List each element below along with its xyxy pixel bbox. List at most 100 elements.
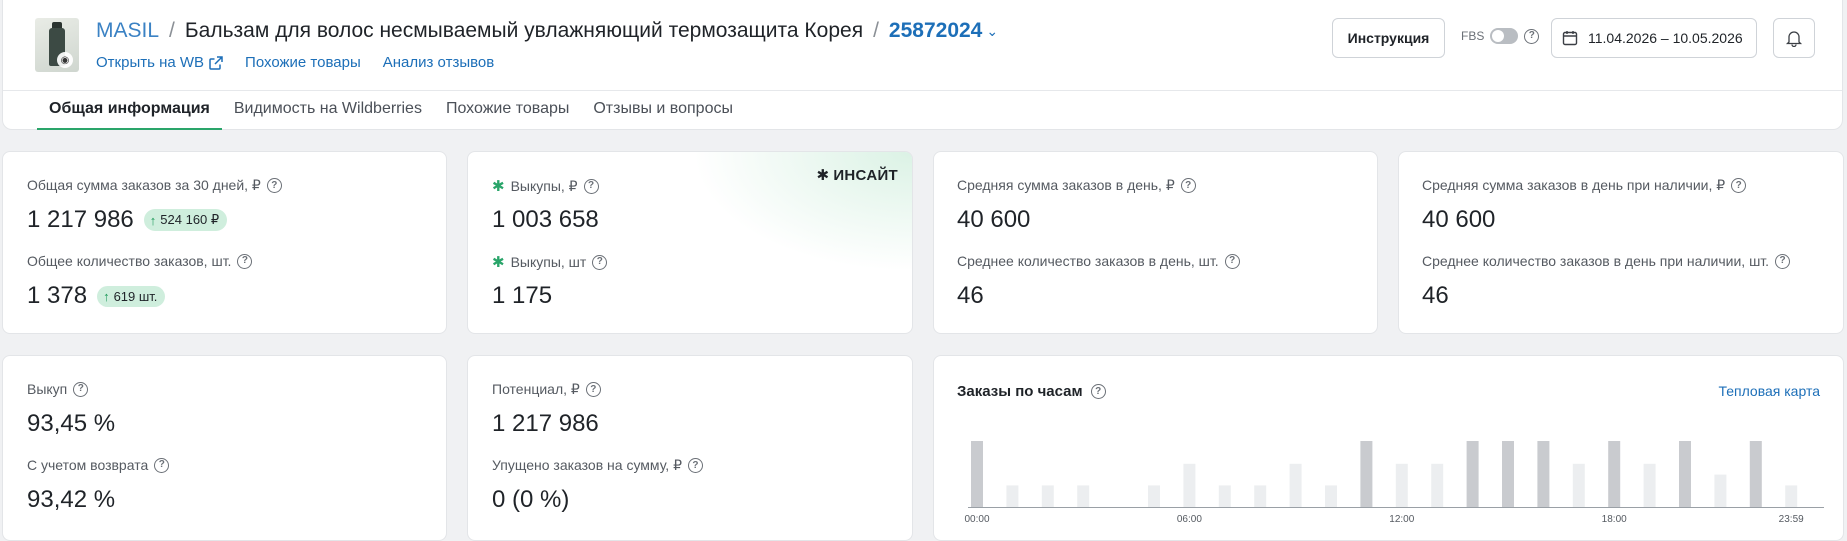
hour-bar[interactable] — [1785, 485, 1798, 507]
hour-bar[interactable] — [1502, 441, 1514, 507]
hour-bar[interactable] — [1537, 441, 1550, 507]
help-icon[interactable]: ? — [1180, 178, 1196, 193]
hour-bar[interactable] — [1289, 463, 1302, 507]
fbs-toggle[interactable] — [1490, 28, 1519, 44]
fbs-toggle-group: FBS ? — [1461, 28, 1540, 44]
tab-wb-visibility[interactable]: Видимость на Wildberries — [222, 100, 434, 130]
hour-bar[interactable] — [1218, 485, 1231, 507]
missed-orders-value: 0 (0 %) — [492, 486, 570, 513]
hour-bar[interactable] — [1077, 485, 1090, 507]
hour-bar[interactable] — [1466, 441, 1479, 507]
hour-bar[interactable] — [1183, 463, 1196, 507]
potential-card: Потенциал, ₽? 1 217 986 Упущено заказов … — [467, 355, 913, 541]
potential-value: 1 217 986 — [492, 410, 599, 437]
help-icon[interactable]: ? — [266, 178, 282, 193]
buyout-rate-value: 93,45 % — [27, 410, 116, 437]
help-icon[interactable]: ? — [1524, 28, 1540, 44]
avg-daily-stock-count-label-text: Среднее количество заказов в день при на… — [1422, 253, 1770, 269]
avg-daily-count-label: Среднее количество заказов в день, шт.? — [957, 253, 1240, 269]
hour-bar[interactable] — [1254, 485, 1267, 507]
hour-bar[interactable] — [1608, 441, 1621, 507]
product-header: ◉ MASIL / Бальзам для волос несмываемый … — [2, 0, 1843, 130]
with-returns-value: 93,42 % — [27, 486, 116, 513]
help-icon[interactable]: ? — [154, 457, 170, 473]
help-icon[interactable]: ? — [585, 382, 601, 397]
help-icon[interactable]: ? — [73, 381, 89, 397]
buyouts-count-label-text: Выкупы, шт — [510, 254, 587, 270]
brand-link[interactable]: MASIL — [96, 19, 159, 43]
similar-products-link[interactable]: Похожие товары — [245, 54, 361, 71]
reviews-analysis-link[interactable]: Анализ отзывов — [383, 54, 494, 71]
avg-daily-in-stock-card: Средняя сумма заказов в день при наличии… — [1398, 151, 1844, 334]
article-dropdown[interactable]: 25872024 — [889, 19, 982, 43]
notifications-button[interactable] — [1773, 18, 1815, 58]
avg-daily-stock-count-label: Среднее количество заказов в день при на… — [1422, 253, 1791, 269]
help-icon[interactable]: ? — [1775, 253, 1791, 269]
tab-similar-products[interactable]: Похожие товары — [434, 100, 581, 130]
help-icon[interactable]: ? — [592, 254, 608, 270]
buyouts-count-label: ✱ Выкупы, шт? — [492, 253, 608, 271]
avg-daily-sum-label: Средняя сумма заказов в день, ₽? — [957, 177, 1196, 194]
avg-daily-sum-label-text: Средняя сумма заказов в день, ₽ — [957, 177, 1175, 193]
buyouts-card: ✱ ИНСАЙТ ✱ Выкупы, ₽? 1 003 658 ✱ Выкупы, ш… — [467, 151, 913, 334]
hour-bar[interactable] — [1749, 441, 1762, 507]
external-link-icon — [209, 55, 223, 70]
x-tick-label: 23:59 — [1779, 514, 1804, 525]
hour-bar[interactable] — [1325, 485, 1337, 507]
hour-bar[interactable] — [971, 441, 983, 507]
camera-icon[interactable]: ◉ — [57, 52, 73, 68]
x-tick-label: 12:00 — [1389, 514, 1414, 525]
buyouts-rub-value: 1 003 658 — [492, 206, 599, 233]
potential-label: Потенциал, ₽? — [492, 381, 601, 398]
tab-reviews-questions[interactable]: Отзывы и вопросы — [581, 100, 745, 130]
hour-bar[interactable] — [1679, 441, 1691, 507]
hour-bar[interactable] — [1148, 485, 1160, 507]
help-icon[interactable]: ? — [687, 458, 703, 473]
insight-badge[interactable]: ✱ ИНСАЙТ — [816, 166, 898, 185]
avg-daily-card: Средняя сумма заказов в день, ₽? 40 600 … — [933, 151, 1378, 334]
help-icon[interactable]: ? — [237, 253, 253, 269]
x-tick-label: 18:00 — [1602, 514, 1627, 525]
help-icon[interactable]: ? — [583, 178, 599, 194]
arrow-up-icon: ↑ — [149, 212, 157, 228]
hour-bar[interactable] — [1431, 463, 1444, 507]
orders-count-label-text: Общее количество заказов, шт. — [27, 253, 232, 269]
buyouts-count-value: 1 175 — [492, 282, 553, 309]
missed-orders-label-text: Упущено заказов на сумму, ₽ — [492, 457, 682, 473]
asterisk-icon: ✱ — [816, 167, 830, 184]
sparkle-icon: ✱ — [492, 254, 505, 271]
date-range-picker[interactable]: 11.04.2026 – 10.05.2026 — [1551, 18, 1757, 58]
avg-daily-stock-sum-value: 40 600 — [1422, 206, 1496, 233]
hour-bar[interactable] — [1041, 485, 1054, 507]
hour-bar[interactable] — [1714, 474, 1727, 507]
product-thumbnail[interactable]: ◉ — [35, 18, 79, 72]
open-wb-link[interactable]: Открыть на WB — [96, 54, 223, 71]
missed-orders-label: Упущено заказов на сумму, ₽? — [492, 457, 703, 474]
arrow-up-icon: ↑ — [103, 288, 110, 304]
orders-sum-delta-badge: ↑ 524 160 ₽ — [143, 209, 228, 231]
tab-bar: Общая информация Видимость на Wildberrie… — [37, 100, 745, 130]
chevron-down-icon[interactable]: ⌄ — [986, 23, 998, 40]
tab-general-info[interactable]: Общая информация — [37, 100, 222, 130]
breadcrumb-separator: / — [169, 19, 175, 42]
hour-bar[interactable] — [1572, 463, 1585, 507]
hour-bar[interactable] — [1395, 463, 1408, 507]
buyouts-rub-label: ✱ Выкупы, ₽? — [492, 177, 599, 195]
open-wb-label[interactable]: Открыть на WB — [96, 54, 204, 71]
orders-count-value-row: 1 378 ↑ 619 шт. — [27, 282, 166, 310]
instruction-button[interactable]: Инструкция — [1332, 18, 1445, 58]
title-row: MASIL / Бальзам для волос несмываемый ув… — [96, 19, 998, 43]
hour-bar[interactable] — [1360, 441, 1373, 507]
orders-count-label: Общее количество заказов, шт.? — [27, 253, 253, 269]
buyouts-rub-label-text: Выкупы, ₽ — [510, 177, 578, 194]
help-icon[interactable]: ? — [1731, 178, 1747, 193]
orders-sum-delta: 524 160 ₽ — [160, 212, 220, 227]
avg-daily-count-value: 46 — [957, 282, 984, 309]
sparkle-icon: ✱ — [492, 178, 505, 195]
help-icon[interactable]: ? — [1224, 253, 1240, 269]
hour-bar[interactable] — [1643, 463, 1656, 507]
orders-count-value: 1 378 — [27, 282, 88, 309]
header-links: Открыть на WB Похожие товары Анализ отзы… — [96, 54, 494, 71]
hour-bar[interactable] — [1006, 485, 1019, 507]
hourly-orders-chart: 00:00 06:00 12:00 18:00 23:59 — [964, 441, 1824, 525]
